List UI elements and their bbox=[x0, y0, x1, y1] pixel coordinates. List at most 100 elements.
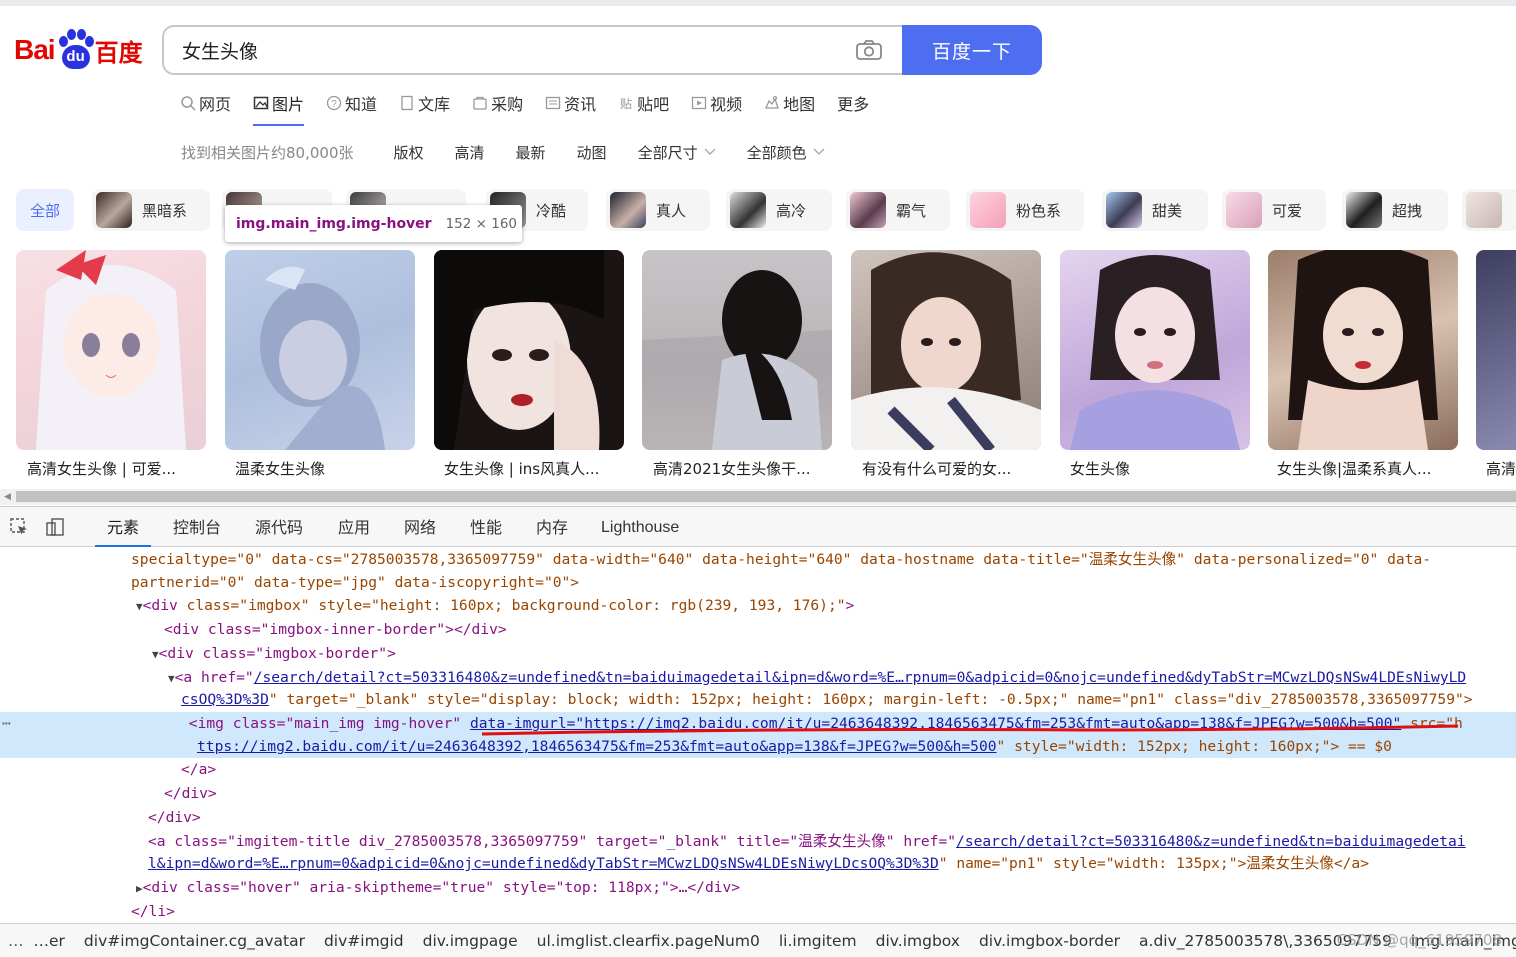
tab-performance[interactable]: 性能 bbox=[470, 507, 502, 547]
chip-domineering[interactable]: 霸气 bbox=[846, 189, 950, 231]
search-input[interactable] bbox=[182, 27, 822, 73]
dom-line[interactable]: partnerid="0" data-type="jpg" data-iscop… bbox=[0, 571, 1516, 594]
baidu-logo[interactable]: Bai du 百度 bbox=[14, 26, 143, 74]
more-options-icon[interactable]: ⋯ bbox=[0, 715, 11, 732]
search-button[interactable]: 百度一下 bbox=[902, 25, 1042, 75]
top-stripe bbox=[0, 0, 1516, 6]
chip-pink[interactable]: 粉色系 bbox=[966, 189, 1084, 231]
scroll-left-icon[interactable]: ◀ bbox=[4, 492, 11, 502]
dom-link[interactable]: l&ipn=d&word=%E…rpnum=0&adpicid=0&nojc=u… bbox=[0, 855, 939, 872]
tab-lighthouse[interactable]: Lighthouse bbox=[601, 507, 679, 547]
chip-aloof[interactable]: 高冷 bbox=[726, 189, 832, 231]
image-caption[interactable]: 女生头像|温柔系真人... bbox=[1277, 458, 1467, 479]
chip-real[interactable]: 真人 bbox=[606, 189, 710, 231]
tab-caigou[interactable]: 采购 bbox=[472, 90, 523, 116]
chip-cute[interactable]: 可爱 bbox=[1222, 189, 1326, 231]
dom-line[interactable]: l&ipn=d&word=%E…rpnum=0&adpicid=0&nojc=u… bbox=[0, 852, 1516, 875]
image-result-2[interactable] bbox=[225, 250, 415, 450]
dom-line-selected[interactable]: ttps://img2.baidu.com/it/u=2463648392,18… bbox=[0, 735, 1516, 758]
image-caption[interactable]: 女生头像 bbox=[1070, 458, 1260, 479]
image-result-5[interactable] bbox=[851, 250, 1041, 450]
device-toolbar-icon[interactable] bbox=[45, 517, 65, 537]
dom-link[interactable]: /search/detail?ct=503316480&z=undefined&… bbox=[254, 669, 1467, 686]
tab-network[interactable]: 网络 bbox=[404, 507, 436, 547]
breadcrumb-item[interactable]: div.imgpage bbox=[423, 932, 518, 950]
dom-line[interactable]: <div class="imgbox-inner-border"></div> bbox=[0, 618, 1516, 641]
breadcrumb-item[interactable]: div#imgid bbox=[324, 932, 404, 950]
svg-text:?: ? bbox=[331, 99, 337, 110]
dom-link[interactable]: csOQ%3D%3D bbox=[0, 691, 269, 708]
tab-sources[interactable]: 源代码 bbox=[255, 507, 303, 547]
image-result-3[interactable] bbox=[434, 250, 624, 450]
image-caption[interactable]: 女生头像 | ins风真人... bbox=[444, 458, 634, 479]
collapse-triangle-icon[interactable]: ▼ bbox=[0, 648, 159, 661]
image-result-1[interactable] bbox=[16, 250, 206, 450]
breadcrumb-item[interactable]: div.imgbox bbox=[876, 932, 960, 950]
horizontal-scrollbar[interactable]: ◀ bbox=[0, 489, 1516, 505]
breadcrumb-item[interactable]: …er bbox=[34, 932, 65, 950]
chip-sweet[interactable]: 甜美 bbox=[1102, 189, 1208, 231]
filter-animated[interactable]: 动图 bbox=[577, 142, 607, 163]
tab-wenku[interactable]: 文库 bbox=[399, 90, 450, 116]
dom-line[interactable]: <a class="imgitem-title div_2785003578,3… bbox=[0, 830, 1516, 853]
portrait-girl-image bbox=[225, 250, 415, 450]
chip-dark[interactable]: 黑暗系 bbox=[92, 189, 210, 231]
collapse-triangle-icon[interactable]: ▼ bbox=[0, 672, 175, 685]
chip-more[interactable] bbox=[1462, 189, 1516, 231]
tab-images[interactable]: 图片 bbox=[253, 90, 305, 126]
image-caption[interactable]: 有没有什么可爱的女... bbox=[862, 458, 1052, 479]
image-result-4[interactable] bbox=[642, 250, 832, 450]
dom-line[interactable]: specialtype="0" data-cs="2785003578,3365… bbox=[0, 548, 1516, 571]
dom-line[interactable]: csOQ%3D%3D" target="_blank" style="displ… bbox=[0, 688, 1516, 711]
dom-line[interactable]: </div> bbox=[0, 782, 1516, 805]
chip-thumbnail bbox=[610, 192, 646, 228]
dom-line[interactable]: ▼<div class="imgbox-border"> bbox=[0, 642, 1516, 665]
dom-link[interactable]: /search/detail?ct=503316480&z=undefined&… bbox=[956, 833, 1466, 850]
dom-line[interactable]: </div> bbox=[0, 806, 1516, 829]
filter-color-dropdown[interactable]: 全部颜色 bbox=[747, 142, 825, 163]
dom-line[interactable]: </a> bbox=[0, 758, 1516, 781]
image-result-7[interactable] bbox=[1268, 250, 1458, 450]
image-result-6[interactable] bbox=[1060, 250, 1250, 450]
tab-tieba[interactable]: 贴 贴吧 bbox=[618, 90, 669, 116]
filter-latest[interactable]: 最新 bbox=[516, 142, 546, 163]
tab-map[interactable]: 地图 bbox=[764, 90, 815, 116]
tab-console[interactable]: 控制台 bbox=[173, 507, 221, 547]
filter-copyright[interactable]: 版权 bbox=[394, 142, 424, 163]
expand-triangle-icon[interactable]: ▶ bbox=[0, 882, 143, 895]
camera-icon[interactable] bbox=[856, 40, 882, 60]
dom-link[interactable]: ttps://img2.baidu.com/it/u=2463648392,18… bbox=[0, 738, 997, 755]
breadcrumb-item[interactable]: div#imgContainer.cg_avatar bbox=[84, 932, 305, 950]
dom-line[interactable]: </li> bbox=[0, 900, 1516, 923]
dom-line[interactable]: ▶<div class="hover" aria-skiptheme="true… bbox=[0, 876, 1516, 899]
breadcrumb-item[interactable]: li.imgitem bbox=[779, 932, 857, 950]
filter-size-dropdown[interactable]: 全部尺寸 bbox=[638, 142, 716, 163]
dom-line-text: <a class="imgitem-title div_2785003578,3… bbox=[148, 833, 957, 850]
tab-application[interactable]: 应用 bbox=[338, 507, 370, 547]
more-icon[interactable]: … bbox=[8, 932, 24, 950]
image-caption[interactable]: 高清女生头像 | 可爱... bbox=[27, 458, 217, 479]
breadcrumb-item[interactable]: ul.imglist.clearfix.pageNum0 bbox=[537, 932, 760, 950]
tab-web[interactable]: 网页 bbox=[180, 90, 231, 116]
filter-hd[interactable]: 高清 bbox=[455, 142, 485, 163]
collapse-triangle-icon[interactable]: ▼ bbox=[0, 600, 143, 613]
image-caption[interactable]: 高清 bbox=[1486, 458, 1516, 479]
tab-zhidao[interactable]: ? 知道 bbox=[326, 90, 377, 116]
image-result-8[interactable] bbox=[1476, 250, 1516, 450]
tab-news[interactable]: 资讯 bbox=[545, 90, 596, 116]
chip-cocky[interactable]: 超拽 bbox=[1342, 189, 1448, 231]
breadcrumb-item[interactable]: div.imgbox-border bbox=[979, 932, 1120, 950]
image-caption[interactable]: 温柔女生头像 bbox=[235, 458, 425, 479]
dom-line[interactable]: ▼<a href="/search/detail?ct=503316480&z=… bbox=[0, 666, 1516, 689]
image-caption[interactable]: 高清2021女生头像干... bbox=[653, 458, 843, 479]
tab-elements[interactable]: 元素 bbox=[94, 507, 152, 547]
scrollbar-thumb[interactable] bbox=[16, 491, 1516, 502]
tab-more[interactable]: 更多 bbox=[837, 90, 869, 116]
tab-memory[interactable]: 内存 bbox=[536, 507, 568, 547]
chip-all[interactable]: 全部 bbox=[16, 189, 75, 231]
tab-video[interactable]: 视频 bbox=[691, 90, 742, 116]
inspect-tooltip: img.main_img.img-hover 152 × 160 bbox=[225, 205, 522, 242]
dom-line[interactable]: ▼<div class="imgbox" style="height: 160p… bbox=[0, 594, 1516, 617]
question-icon: ? bbox=[326, 95, 342, 111]
inspect-element-icon[interactable] bbox=[9, 517, 29, 537]
